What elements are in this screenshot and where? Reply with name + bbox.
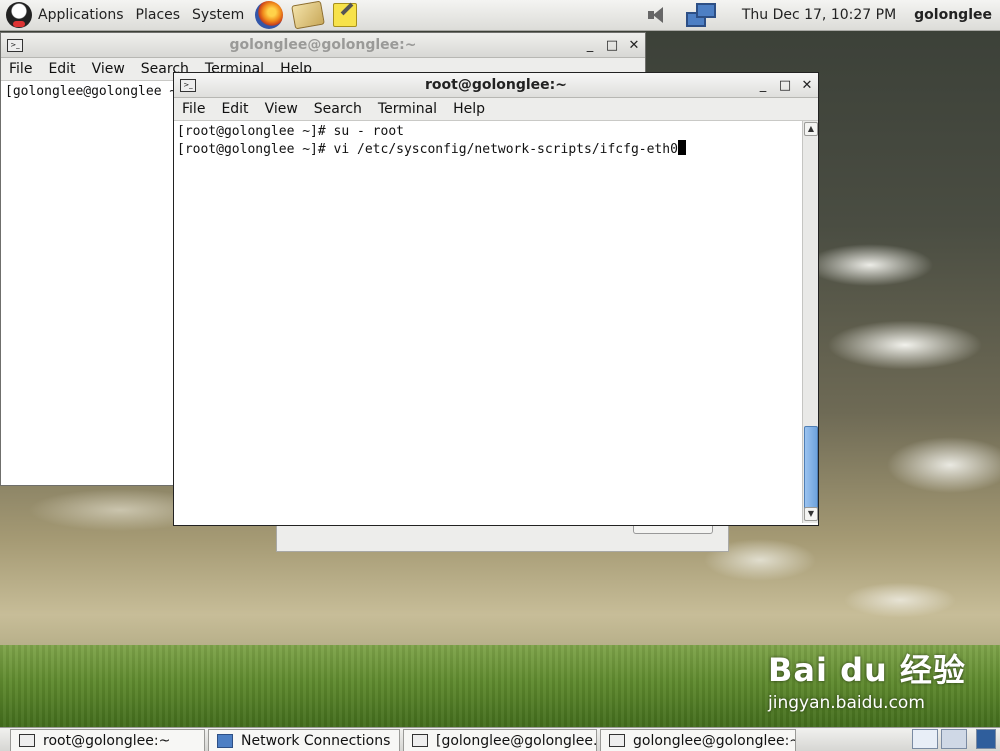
workspace-switcher-2[interactable] <box>941 729 967 749</box>
front-window-titlebar[interactable]: >_ root@golonglee:~ _ □ ✕ <box>174 73 818 98</box>
places-menu[interactable]: Places <box>130 0 187 30</box>
terminal-icon: >_ <box>180 78 196 92</box>
scroll-down-arrow-icon[interactable]: ▼ <box>804 507 818 521</box>
taskbar-item-label: golonglee@golonglee:~ <box>633 732 796 749</box>
minimize-button[interactable]: _ <box>752 78 774 93</box>
terminal-output[interactable]: [root@golonglee ~]# su - root [root@golo… <box>174 121 802 523</box>
menu-file[interactable]: File <box>1 61 40 77</box>
minimize-button[interactable]: _ <box>579 38 601 53</box>
taskbar-item-label: root@golonglee:~ <box>43 732 171 749</box>
terminal-icon <box>412 734 428 747</box>
clock[interactable]: Thu Dec 17, 10:27 PM <box>742 7 896 23</box>
maximize-button[interactable]: □ <box>601 38 623 53</box>
watermark-logo: Bai du 经验 <box>768 651 966 689</box>
text-cursor <box>677 140 686 155</box>
system-menu-label: System <box>192 7 245 23</box>
scroll-thumb[interactable] <box>804 426 818 510</box>
close-button[interactable]: ✕ <box>796 78 818 93</box>
root-terminal-window[interactable]: >_ root@golonglee:~ _ □ ✕ File Edit View… <box>173 72 819 526</box>
applications-menu[interactable]: Applications <box>0 0 130 30</box>
firefox-icon[interactable] <box>255 1 284 29</box>
menu-help[interactable]: Help <box>445 101 493 117</box>
terminal-icon <box>19 734 35 747</box>
window-title: root@golonglee:~ <box>425 77 567 93</box>
system-tray: Thu Dec 17, 10:27 PM golonglee <box>647 0 1000 30</box>
back-window-titlebar[interactable]: >_ golonglee@golonglee:~ _ □ ✕ <box>1 33 645 58</box>
baidu-watermark: Bai du 经验 jingyan.baidu.com <box>768 645 966 713</box>
menu-edit[interactable]: Edit <box>213 101 256 117</box>
bottom-taskbar: root@golonglee:~ Network Connections [go… <box>0 727 1000 751</box>
terminal-line-current: [root@golonglee ~]# vi /etc/sysconfig/ne… <box>177 140 799 158</box>
window-title: golonglee@golonglee:~ <box>229 37 417 53</box>
taskbar-item-root-terminal[interactable]: root@golonglee:~ <box>10 729 205 751</box>
terminal-line: [root@golonglee ~]# su - root <box>177 124 404 139</box>
mail-icon[interactable] <box>291 0 326 30</box>
taskbar-item-golonglee-home[interactable]: golonglee@golonglee:~ <box>600 729 796 751</box>
system-menu[interactable]: System <box>186 0 250 30</box>
terminal-command: [root@golonglee ~]# vi /etc/sysconfig/ne… <box>177 142 678 157</box>
taskbar-item-label: Network Connections <box>241 732 391 749</box>
terminal-icon <box>609 734 625 747</box>
vertical-scrollbar[interactable]: ▲ ▼ <box>802 121 818 523</box>
top-panel: Applications Places System Thu Dec 17, 1… <box>0 0 1000 31</box>
network-icon[interactable] <box>685 3 716 27</box>
user-menu[interactable]: golonglee <box>914 7 992 23</box>
menu-file[interactable]: File <box>174 101 213 117</box>
terminal-icon: >_ <box>7 38 23 52</box>
places-menu-label: Places <box>135 7 181 23</box>
menu-edit[interactable]: Edit <box>40 61 83 77</box>
menu-search[interactable]: Search <box>306 101 370 117</box>
scroll-up-arrow-icon[interactable]: ▲ <box>804 122 818 136</box>
menu-terminal[interactable]: Terminal <box>370 101 445 117</box>
notes-icon[interactable] <box>333 3 358 27</box>
taskbar-item-network-connections[interactable]: Network Connections <box>208 729 400 751</box>
taskbar-item-golonglee-terminal[interactable]: [golonglee@golonglee... <box>403 729 597 751</box>
menu-view[interactable]: View <box>257 101 306 117</box>
volume-icon[interactable] <box>647 7 666 23</box>
taskbar-item-label: [golonglee@golonglee... <box>436 732 597 749</box>
watermark-url: jingyan.baidu.com <box>768 693 925 713</box>
maximize-button[interactable]: □ <box>774 78 796 93</box>
applications-menu-label: Applications <box>38 7 124 23</box>
front-window-menubar: File Edit View Search Terminal Help <box>174 98 818 121</box>
network-icon <box>217 733 233 748</box>
menu-view[interactable]: View <box>84 61 133 77</box>
close-button[interactable]: ✕ <box>623 38 645 53</box>
trash-icon[interactable] <box>976 729 996 749</box>
workspace-switcher-1[interactable] <box>912 729 938 749</box>
distro-logo-icon <box>6 2 32 28</box>
